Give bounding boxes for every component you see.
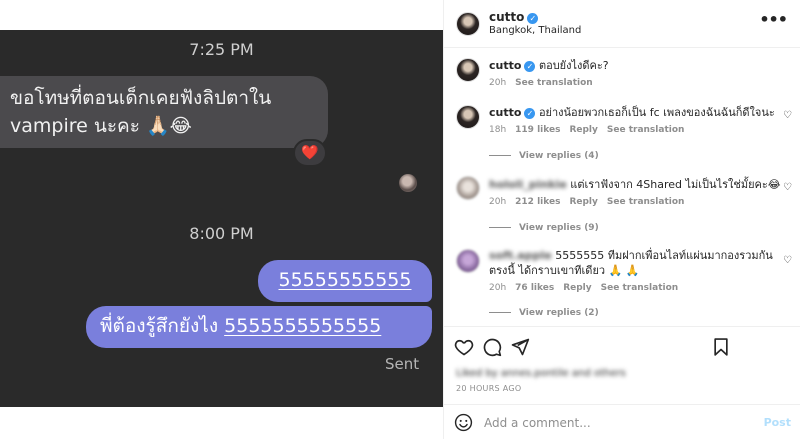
view-replies-label[interactable]: View replies (9)	[519, 223, 599, 233]
seen-avatar	[399, 174, 417, 192]
see-translation-link[interactable]: See translation	[607, 197, 685, 207]
add-comment-input[interactable]: Add a comment...	[484, 416, 591, 430]
comment-text: cutto ✓ อย่างน้อยพวกเธอก็เป็น fc เพลงของฉ…	[489, 105, 775, 120]
like-comment-heart-icon[interactable]: ♡	[783, 182, 792, 193]
comment-meta: 18h 119 likes Reply See translation	[489, 125, 693, 135]
outgoing-message-1-text: 55555555555	[278, 269, 412, 291]
comment-time: 20h	[489, 283, 507, 293]
message-status: Sent	[385, 355, 420, 373]
view-replies-button[interactable]: View replies (9)	[489, 223, 599, 233]
like-heart-icon[interactable]	[454, 337, 474, 357]
replies-divider	[489, 227, 511, 228]
author-avatar[interactable]	[456, 12, 480, 36]
comment-username[interactable]: cutto	[489, 59, 521, 72]
comment-avatar[interactable]	[456, 249, 480, 273]
author-username-text[interactable]: cutto	[489, 10, 524, 24]
comment-bubble-icon[interactable]	[482, 337, 502, 357]
comment-avatar[interactable]	[456, 176, 480, 200]
outgoing-message-2-link: 5555555555555	[224, 315, 382, 337]
comment-text: hololi_pinkie แต่เราฟังจาก 4Shared ไม่เป…	[489, 177, 781, 192]
comment-body: อย่างน้อยพวกเธอก็เป็น fc เพลงของฉันฉันก็…	[538, 106, 775, 119]
reply-button[interactable]: Reply	[569, 125, 597, 135]
view-replies-button[interactable]: View replies (4)	[489, 151, 599, 161]
comment-text: soft.apple 5555555 ทีมฝากเพื่อนไลท์แผ่นม…	[489, 248, 779, 278]
chat-timestamp-1: 7:25 PM	[189, 40, 254, 59]
author-username[interactable]: cutto ✓	[489, 10, 539, 24]
reply-button[interactable]: Reply	[563, 283, 591, 293]
heart-reaction-icon: ❤️	[293, 139, 327, 167]
view-replies-label[interactable]: View replies (4)	[519, 151, 599, 161]
post-action-bar	[444, 326, 800, 366]
comment-time: 18h	[489, 125, 507, 135]
like-comment-heart-icon[interactable]: ♡	[783, 255, 792, 266]
post-image: 7:25 PM ขอโทษที่ตอนเด็กเคยฟังลิปตาใน vam…	[0, 0, 443, 439]
comment-likes[interactable]: 212 likes	[515, 197, 560, 207]
post-age[interactable]: 20 HOURS AGO	[456, 384, 522, 393]
comments-panel: cutto ✓ Bangkok, Thailand ••• cutto ✓ ตอบย…	[443, 0, 800, 439]
more-options-icon[interactable]: •••	[759, 10, 788, 29]
verified-badge-icon: ✓	[527, 13, 539, 24]
comment-username[interactable]: hololi_pinkie	[489, 178, 567, 191]
incoming-message-bubble: ขอโทษที่ตอนเด็กเคยฟังลิปตาใน vampire นะค…	[0, 76, 328, 148]
reply-button[interactable]: Reply	[569, 197, 597, 207]
replies-divider	[489, 312, 511, 313]
add-comment-bar: Add a comment... Post	[444, 404, 800, 439]
view-replies-label[interactable]: View replies (2)	[519, 308, 599, 318]
outgoing-message-2-prefix: พี่ต้องรู้สึกยังไง	[100, 315, 225, 337]
verified-badge-icon: ✓	[524, 61, 536, 72]
emoji-smiley-icon[interactable]	[454, 413, 473, 432]
like-comment-heart-icon[interactable]: ♡	[783, 110, 792, 121]
post-comment-button[interactable]: Post	[764, 416, 791, 429]
post-location[interactable]: Bangkok, Thailand	[489, 25, 581, 36]
outgoing-message-bubble-2: พี่ต้องรู้สึกยังไง 5555555555555	[86, 306, 432, 348]
post-header: cutto ✓ Bangkok, Thailand •••	[444, 0, 800, 48]
comment-avatar[interactable]	[456, 105, 480, 129]
comment-username[interactable]: cutto	[489, 106, 521, 119]
comment-time: 20h	[489, 197, 507, 207]
chat-screenshot: 7:25 PM ขอโทษที่ตอนเด็กเคยฟังลิปตาใน vam…	[0, 30, 443, 407]
chat-timestamp-2: 8:00 PM	[189, 224, 254, 243]
share-send-icon[interactable]	[510, 337, 530, 357]
comment-meta: 20h 76 likes Reply See translation	[489, 283, 687, 293]
liked-by-summary[interactable]: Liked by annes.pontile and others	[456, 368, 626, 379]
comment-meta: 20h 212 likes Reply See translation	[489, 197, 693, 207]
save-bookmark-icon[interactable]	[711, 337, 731, 357]
verified-badge-icon: ✓	[524, 108, 536, 119]
comment-body: แต่เราฟังจาก 4Shared ไม่เป็นไรใช่มั้ยคะ😂	[570, 178, 781, 191]
comment-likes[interactable]: 119 likes	[515, 125, 560, 135]
outgoing-message-bubble-1: 55555555555	[258, 260, 432, 302]
see-translation-link[interactable]: See translation	[515, 78, 593, 88]
see-translation-link[interactable]: See translation	[607, 125, 685, 135]
comment-likes[interactable]: 76 likes	[515, 283, 554, 293]
comment-username[interactable]: soft.apple	[489, 249, 552, 262]
comment-meta: 20h See translation	[489, 78, 602, 88]
comment-time: 20h	[489, 78, 507, 88]
comment-avatar[interactable]	[456, 58, 480, 82]
comment-body: ตอบยังไงดีคะ?	[538, 59, 609, 72]
see-translation-link[interactable]: See translation	[601, 283, 679, 293]
view-replies-button[interactable]: View replies (2)	[489, 308, 599, 318]
comment-text: cutto ✓ ตอบยังไงดีคะ?	[489, 58, 609, 73]
replies-divider	[489, 155, 511, 156]
